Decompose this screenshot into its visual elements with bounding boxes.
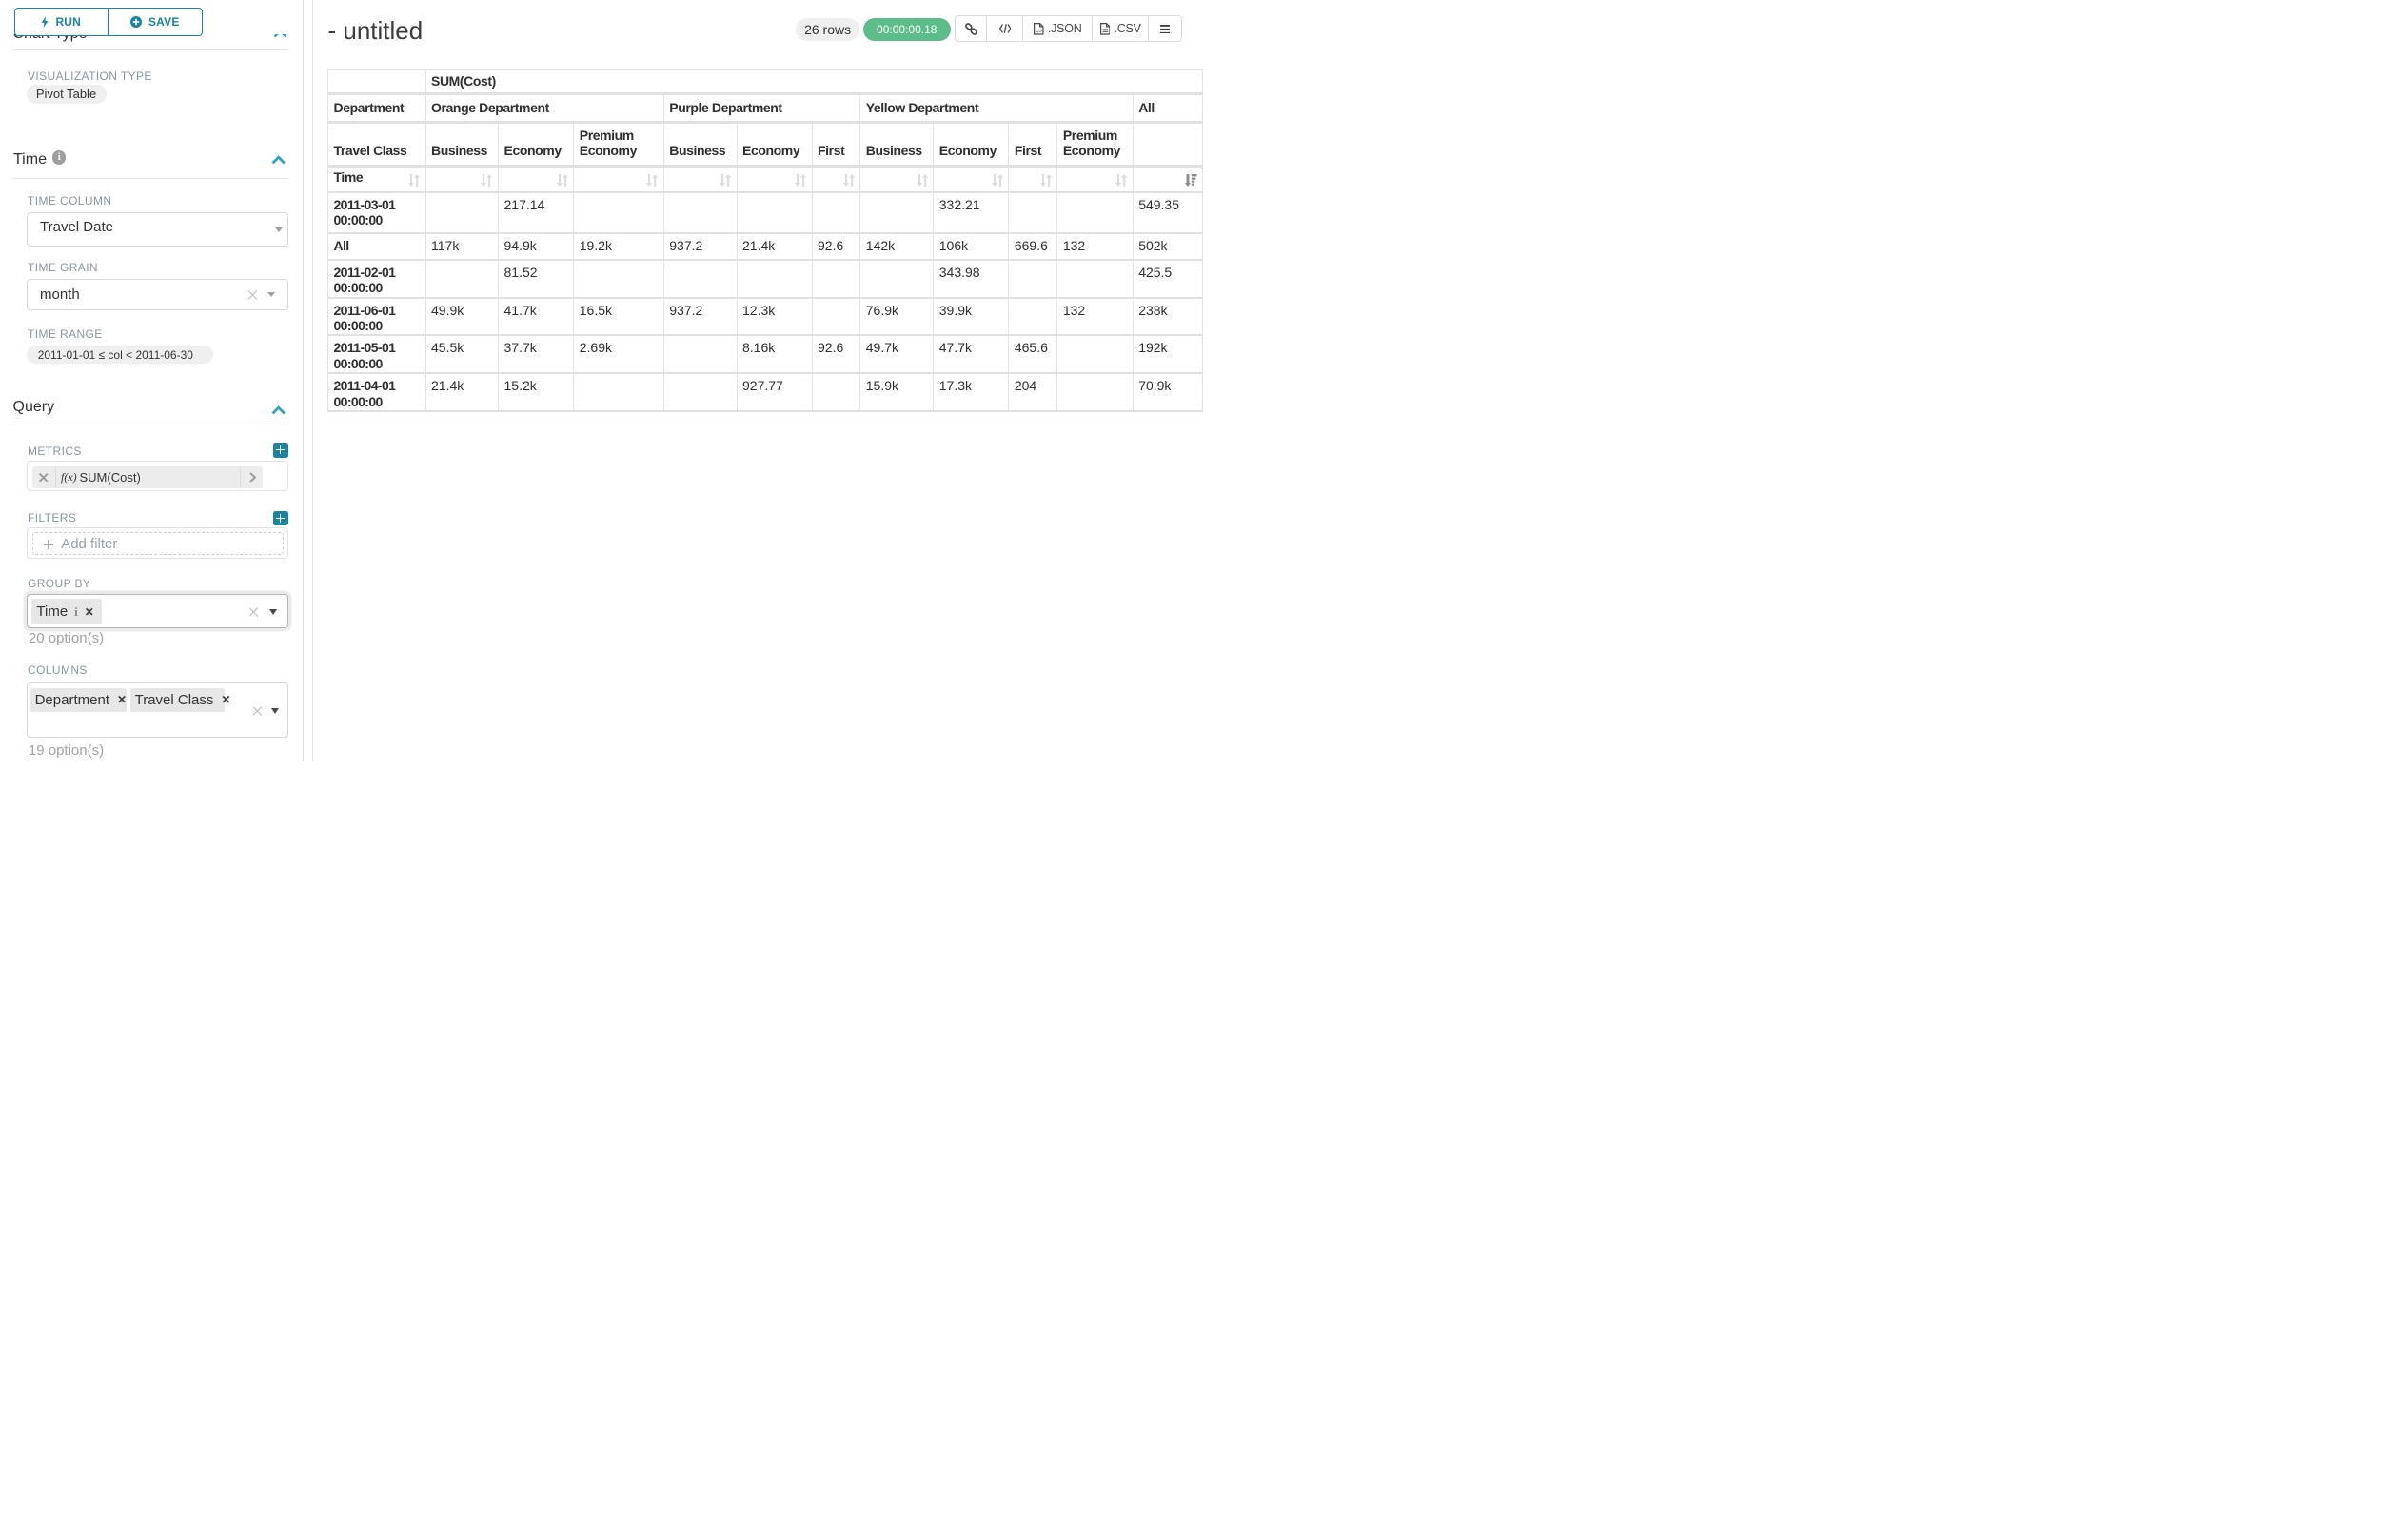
svg-text:</>: </> bbox=[1036, 29, 1042, 34]
